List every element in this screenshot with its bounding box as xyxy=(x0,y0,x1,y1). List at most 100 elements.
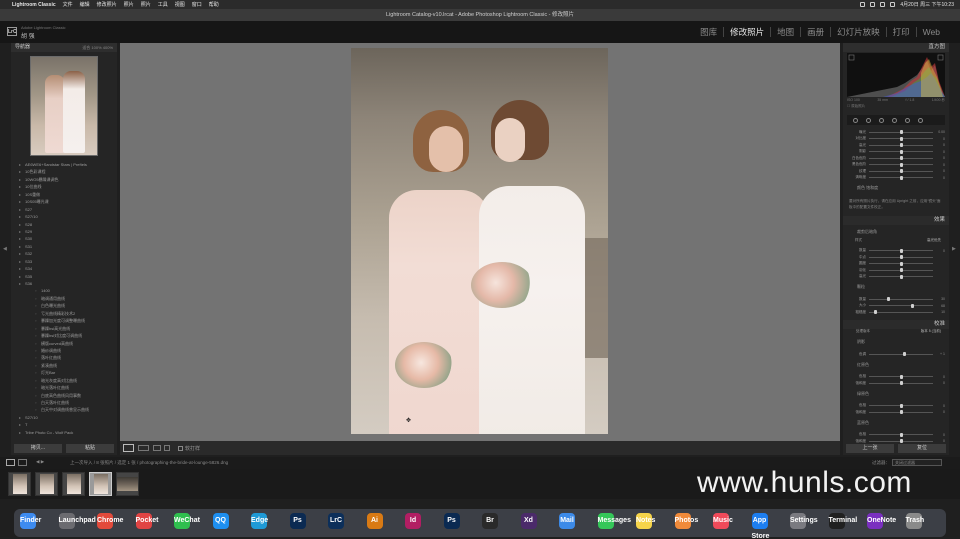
dock-icon-settings[interactable]: Settings xyxy=(790,513,818,529)
menu-settings[interactable]: 照片 xyxy=(141,1,151,8)
slider-knob[interactable] xyxy=(873,310,877,315)
slider-row[interactable]: 粗糙度 10 xyxy=(847,309,945,316)
slider-knob[interactable] xyxy=(899,149,903,154)
slider-knob[interactable] xyxy=(899,248,903,253)
dock-icon-br[interactable]: Br xyxy=(482,513,498,529)
slider-track[interactable] xyxy=(869,255,933,260)
module-slideshow[interactable]: 幻灯片放映 xyxy=(831,27,887,37)
dock-icon-terminal[interactable]: Terminal xyxy=(828,513,857,529)
collection-item[interactable]: ▫ 紧凑曲线 xyxy=(11,362,117,369)
source-path[interactable]: 上一次导入 / 8 张照片 / 选定 1 张 / photographing-t… xyxy=(70,460,228,466)
slider-value[interactable]: 0 xyxy=(933,150,945,154)
red-eye-icon[interactable] xyxy=(879,117,884,123)
right-panel-toggle-icon[interactable]: ▶ xyxy=(952,246,956,252)
navigator-header[interactable]: 导航器 适合 100% 400% xyxy=(11,43,117,52)
filmstrip-thumb[interactable] xyxy=(62,472,85,496)
original-photo-toggle[interactable]: ☐ 原始照片 xyxy=(847,104,945,109)
slider-track[interactable] xyxy=(869,410,933,415)
slider-knob[interactable] xyxy=(899,175,903,180)
slider-track[interactable] xyxy=(869,248,933,253)
collection-item[interactable]: ▸ S29 xyxy=(11,228,117,235)
dock-icon-trash[interactable]: Trash xyxy=(905,513,924,529)
menu-view[interactable]: 视图 xyxy=(175,1,185,8)
paste-button[interactable]: 粘贴 xyxy=(66,444,114,453)
collection-item[interactable]: ▸ AE6WE6+Sandstar Stars | Preftels xyxy=(11,161,117,168)
before-after-icon[interactable] xyxy=(138,445,149,451)
collection-item[interactable]: ▸ 10S重做 xyxy=(11,191,117,198)
slider-knob[interactable] xyxy=(899,130,903,135)
reset-button[interactable]: 复位 xyxy=(898,444,946,453)
filmstrip-nav[interactable]: ◀ ▶ xyxy=(36,459,44,465)
slider-track[interactable] xyxy=(869,162,933,167)
collection-item[interactable]: ▫ 灯光Bar xyxy=(11,369,117,376)
slider-track[interactable] xyxy=(869,352,933,357)
histogram-header[interactable]: 直方图 xyxy=(843,43,949,52)
module-map[interactable]: 地图 xyxy=(771,27,802,37)
survey-icon[interactable] xyxy=(164,445,170,451)
radial-filter-icon[interactable] xyxy=(905,117,910,123)
collection-item[interactable]: ▫ 暴躁加光度可调整曝曲线 xyxy=(11,317,117,324)
slider-value[interactable]: 0 xyxy=(933,404,945,408)
menu-tools[interactable]: 工具 xyxy=(158,1,168,8)
main-photo[interactable] xyxy=(351,48,608,434)
slider-value[interactable]: 0 xyxy=(933,249,945,253)
slider-value[interactable]: 0 xyxy=(933,375,945,379)
dock-icon-messages[interactable]: Messages xyxy=(597,513,631,529)
collection-item[interactable]: ▫ 白天落叶红曲线 xyxy=(11,399,117,406)
slider-track[interactable] xyxy=(869,381,933,386)
slider-value[interactable]: 0 xyxy=(933,169,945,173)
slider-value[interactable]: 0 xyxy=(933,137,945,141)
dock-icon-id[interactable]: Id xyxy=(405,513,421,529)
dock-icon-photos[interactable]: Photos xyxy=(674,513,698,529)
collection-item[interactable]: ▸ S31 xyxy=(11,243,117,250)
slider-knob[interactable] xyxy=(902,352,906,357)
dock-icon-mail[interactable]: Mail xyxy=(559,513,575,529)
filmstrip-thumb[interactable] xyxy=(116,472,139,496)
collection-item[interactable]: ▫ 亏光曲线精彩技术2 xyxy=(11,310,117,317)
filter-dropdown[interactable]: 关闭过滤器 xyxy=(892,459,942,466)
slider-track[interactable] xyxy=(869,261,933,266)
slider-value[interactable]: 0 xyxy=(933,381,945,385)
slider-value[interactable]: 10 xyxy=(933,310,945,314)
collection-item[interactable]: ▫ 1400 xyxy=(11,287,117,294)
brush-icon[interactable] xyxy=(918,117,923,123)
process-value[interactable]: 版本 5 (当前) xyxy=(873,329,949,334)
vignette-style-value[interactable]: 高光优先 xyxy=(865,238,949,243)
search-icon[interactable] xyxy=(880,2,886,7)
collection-item[interactable]: ▸ S30 xyxy=(11,235,117,242)
collection-item[interactable]: ▫ 暗光落叶红曲线 xyxy=(11,384,117,391)
slider-knob[interactable] xyxy=(899,439,903,444)
slider-value[interactable]: 0 xyxy=(933,410,945,414)
slider-track[interactable] xyxy=(869,156,933,161)
slider-track[interactable] xyxy=(869,136,933,141)
collection-item[interactable]: ▫ 暴躁hsl高光曲线 xyxy=(11,325,117,332)
battery-icon[interactable] xyxy=(870,2,876,7)
second-window-icon[interactable] xyxy=(18,459,27,466)
slider-track[interactable] xyxy=(869,439,933,444)
menu-edit[interactable]: 编辑 xyxy=(80,1,90,8)
collection-item[interactable]: ▫ 暴躁hsl对比度可调曲线 xyxy=(11,332,117,339)
dock-icon-finder[interactable]: Finder xyxy=(20,513,41,529)
collection-item[interactable]: ▫ 白底高色曲线风用事数 xyxy=(11,392,117,399)
slider-track[interactable] xyxy=(869,274,933,279)
dock-icon-app-store[interactable]: App Store xyxy=(751,513,769,539)
slider-knob[interactable] xyxy=(899,268,903,273)
collection-item[interactable]: ▫ 暗调通用曲线 xyxy=(11,295,117,302)
collection-item[interactable]: ▫ 婚纱调曲线 xyxy=(11,347,117,354)
slider-knob[interactable] xyxy=(899,162,903,167)
slider-knob[interactable] xyxy=(899,410,903,415)
dock-icon-qq[interactable]: QQ xyxy=(212,513,229,529)
loupe-view-icon[interactable] xyxy=(123,444,134,452)
collection-item[interactable]: ▸ Tribe Photo Co - Wolf Pack xyxy=(11,429,117,436)
slider-value[interactable]: 0 xyxy=(933,143,945,147)
slider-value[interactable]: 0 xyxy=(933,433,945,437)
dock-icon-pocket[interactable]: Pocket xyxy=(135,513,158,529)
left-panel-toggle-icon[interactable]: ◀ xyxy=(3,246,7,252)
collection-item[interactable]: ▸ S28 xyxy=(11,221,117,228)
process-row[interactable]: 处理版本 版本 5 (当前) xyxy=(843,329,949,336)
slider-value[interactable]: 30 xyxy=(933,297,945,301)
slider-track[interactable] xyxy=(869,169,933,174)
navigator-preview[interactable] xyxy=(30,56,98,156)
slider-value[interactable]: 0 xyxy=(933,176,945,180)
collection-item[interactable]: ▸ 10S05曝光课 xyxy=(11,198,117,205)
